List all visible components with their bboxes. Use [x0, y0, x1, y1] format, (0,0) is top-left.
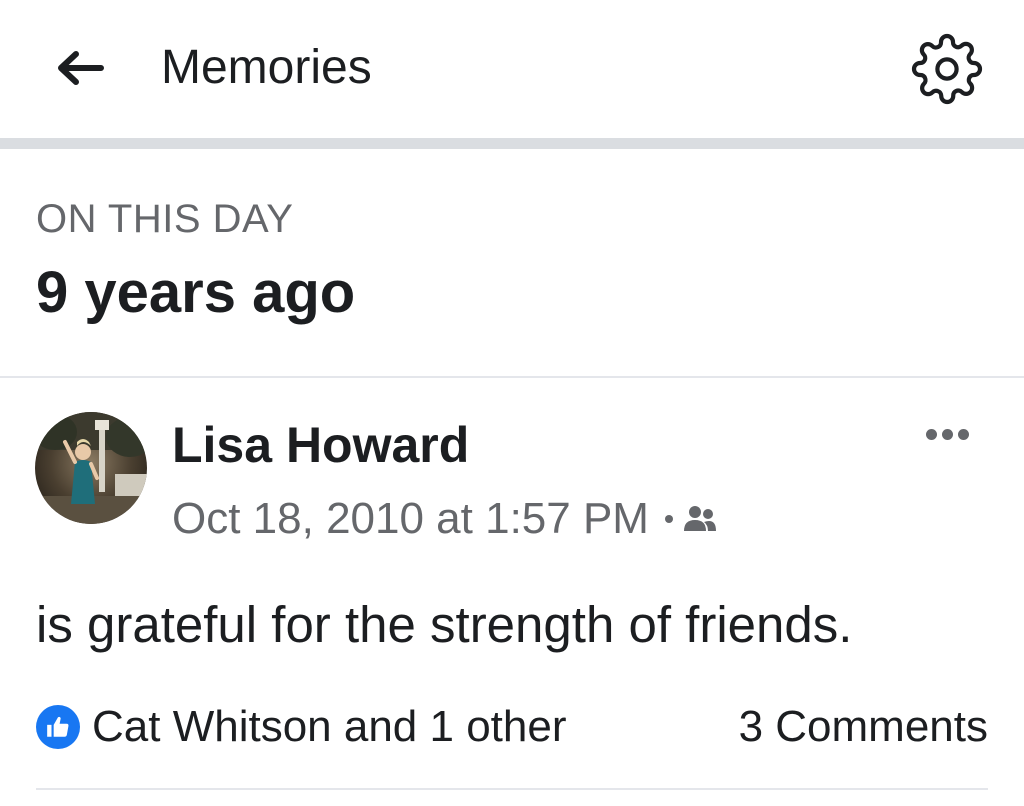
section-label: ON THIS DAY — [36, 197, 294, 241]
bottom-divider — [36, 788, 988, 790]
back-button[interactable] — [50, 44, 108, 92]
header-divider — [0, 138, 1024, 149]
arrow-left-icon — [58, 51, 104, 85]
more-dot — [925, 428, 937, 440]
post-author-name[interactable]: Lisa Howard — [172, 414, 469, 476]
meta-separator — [664, 515, 673, 523]
page-title: Memories — [161, 41, 372, 94]
friends-icon[interactable] — [683, 504, 717, 534]
avatar[interactable] — [35, 412, 147, 524]
more-dot — [941, 428, 953, 440]
like-icon — [36, 705, 80, 749]
post-timestamp[interactable]: Oct 18, 2010 at 1:57 PM — [172, 494, 649, 544]
gear-icon — [911, 33, 983, 105]
top-bar: Memories — [0, 0, 1024, 138]
comments-count[interactable]: 3 Comments — [739, 700, 988, 754]
section-title: 9 years ago — [36, 260, 356, 325]
reactions-summary[interactable]: Cat Whitson and 1 other — [36, 700, 566, 754]
more-options-icon[interactable] — [912, 412, 982, 456]
more-dot — [957, 428, 969, 440]
reactions-text: Cat Whitson and 1 other — [92, 702, 567, 751]
post-divider — [0, 376, 1024, 378]
profile-photo — [35, 412, 147, 524]
post-meta: Oct 18, 2010 at 1:57 PM — [172, 490, 717, 548]
settings-button[interactable] — [908, 30, 986, 108]
post-text: is grateful for the strength of friends. — [36, 596, 853, 653]
